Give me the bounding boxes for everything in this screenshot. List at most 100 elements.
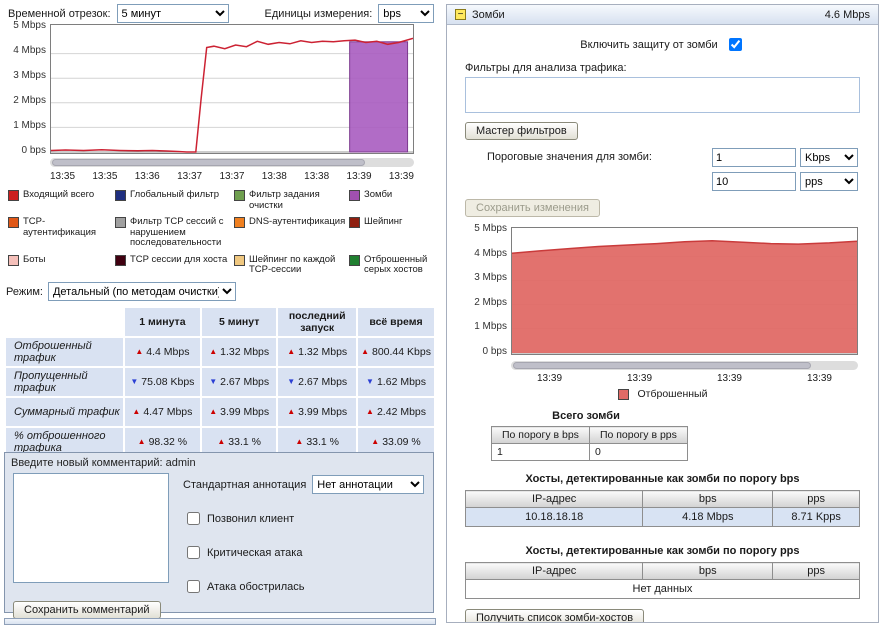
- stats-value: 3.99 Mbps: [220, 406, 269, 418]
- stats-col-header: последний запуск: [278, 308, 356, 336]
- hosts-bps-table: IP-адрес bps pps 10.18.18.18 4.18 Mbps 8…: [465, 490, 860, 527]
- xtick: 13:39: [537, 373, 562, 384]
- stats-value: 33.1 %: [228, 436, 261, 448]
- legend-label: TCP сессии для хоста: [130, 255, 227, 276]
- stats-col-header: 5 минут: [202, 308, 276, 336]
- xtick: 13:39: [807, 373, 832, 384]
- chart-toolbar: Временной отрезок: 5 минут Единицы измер…: [8, 4, 434, 23]
- annotation-select[interactable]: Нет аннотации: [312, 475, 424, 494]
- save-comment-button[interactable]: Сохранить комментарий: [13, 601, 161, 619]
- stats-cell: ▲3.99 Mbps: [202, 398, 276, 426]
- legend-item: DNS-аутентификация: [234, 217, 346, 249]
- legend-swatch: [115, 190, 126, 201]
- table-row: Суммарный трафик ▲4.47 Mbps ▲3.99 Mbps ▲…: [6, 398, 434, 426]
- anti-ddos-dashboard: Временной отрезок: 5 минут Единицы измер…: [0, 0, 880, 626]
- traffic-chart: 5 Mbps 4 Mbps 3 Mbps 2 Mbps 1 Mbps 0 bps: [4, 24, 414, 156]
- client-called-checkbox[interactable]: [187, 512, 200, 525]
- stats-value: 33.1 %: [306, 436, 339, 448]
- total-bps-value: 1: [492, 444, 590, 461]
- zombie-pps-threshold-input[interactable]: [712, 172, 796, 191]
- collapse-icon[interactable]: −: [455, 9, 466, 20]
- host-pps-cell: 8.71 Kpps: [773, 508, 860, 527]
- stats-cell: ▼2.67 Mbps: [278, 368, 356, 396]
- units-label: Единицы измерения:: [265, 8, 373, 20]
- ytick: 4 Mbps: [13, 45, 46, 56]
- units-select[interactable]: bps: [378, 4, 434, 23]
- legend-swatch: [8, 255, 19, 266]
- time-range-select[interactable]: 5 минут: [117, 4, 229, 23]
- legend-item: Глобальный фильтр: [115, 190, 231, 211]
- zombie-bps-unit-select[interactable]: Kbps: [800, 148, 858, 167]
- mode-select[interactable]: Детальный (по методам очистки): [48, 282, 236, 301]
- stats-value: 98.32 %: [149, 436, 188, 448]
- total-zombies-heading: Всего зомби: [491, 410, 681, 422]
- legend-swatch: [618, 389, 629, 400]
- legend-label: TCP-аутентификация: [23, 217, 112, 249]
- comment-textarea[interactable]: [13, 473, 169, 583]
- filters-textarea[interactable]: [465, 77, 860, 113]
- enable-zombie-checkbox[interactable]: [729, 38, 742, 51]
- trend-up-icon: ▲: [132, 407, 140, 416]
- table-row: IP-адрес bps pps: [466, 491, 860, 508]
- legend-item: TCP сессии для хоста: [115, 255, 231, 276]
- get-zombie-list-button[interactable]: Получить список зомби-хостов: [465, 609, 644, 623]
- chart-scrollbar-thumb[interactable]: [513, 362, 811, 369]
- stats-col-header: всё время: [358, 308, 434, 336]
- stats-value: 1.32 Mbps: [220, 346, 269, 358]
- total-col-header: По порогу в pps: [589, 427, 687, 444]
- hosts-pps-table: IP-адрес bps pps Нет данных: [465, 562, 860, 599]
- table-row: 10.18.18.18 4.18 Mbps 8.71 Kpps: [466, 508, 860, 527]
- stats-cell: ▲800.44 Kbps: [358, 338, 434, 366]
- trend-down-icon: ▼: [366, 377, 374, 386]
- dropped-chart-svg: [512, 228, 857, 354]
- trend-down-icon: ▼: [209, 377, 217, 386]
- legend-swatch: [349, 255, 360, 266]
- annotation-label: Стандартная аннотация: [183, 479, 306, 491]
- filter-wizard-button[interactable]: Мастер фильтров: [465, 122, 578, 140]
- traffic-chart-svg: [51, 25, 413, 153]
- next-section-header-strip[interactable]: [4, 618, 436, 625]
- zombie-panel: − Зомби 4.6 Mbps Включить защиту от зомб…: [446, 4, 879, 623]
- stats-cell: ▼1.62 Mbps: [358, 368, 434, 396]
- legend-swatch: [8, 190, 19, 201]
- ytick: 5 Mbps: [13, 20, 46, 31]
- traffic-legend: Входящий всего Глобальный фильтр Фильтр …: [8, 190, 445, 276]
- ytick: 4 Mbps: [474, 248, 507, 259]
- chart-scrollbar-thumb[interactable]: [52, 159, 365, 166]
- attack-escalated-checkbox[interactable]: [187, 580, 200, 593]
- attack-escalated-label: Атака обострилась: [207, 581, 304, 593]
- hosts-col-header: pps: [773, 563, 860, 580]
- client-called-label: Позвонил клиент: [207, 513, 294, 525]
- table-row: 1 0: [492, 444, 688, 461]
- legend-swatch: [349, 190, 360, 201]
- ytick: 2 Mbps: [474, 297, 507, 308]
- trend-up-icon: ▲: [361, 347, 369, 356]
- comment-box: Введите новый комментарий: admin Стандар…: [4, 452, 434, 613]
- hosts-col-header: IP-адрес: [466, 491, 643, 508]
- host-bps-cell: 4.18 Mbps: [643, 508, 773, 527]
- legend-label: Отброшенный: [638, 388, 708, 400]
- zombie-bps-threshold-input[interactable]: [712, 148, 796, 167]
- legend-label: Фильтр TCP сессий с нарушением последова…: [130, 217, 231, 249]
- trend-up-icon: ▲: [366, 407, 374, 416]
- stats-row-label: Пропущенный трафик: [6, 368, 123, 396]
- traffic-chart-plot: [50, 24, 414, 154]
- table-row: Отброшенный трафик ▲4.4 Mbps ▲1.32 Mbps …: [6, 338, 434, 366]
- critical-attack-checkbox[interactable]: [187, 546, 200, 559]
- legend-swatch: [234, 190, 245, 201]
- save-changes-button[interactable]: Сохранить изменения: [465, 199, 600, 217]
- stats-col-header: 1 минута: [125, 308, 200, 336]
- zombie-pps-unit-select[interactable]: pps: [800, 172, 858, 191]
- xtick: 13:38: [304, 171, 329, 182]
- no-data-cell: Нет данных: [466, 580, 860, 599]
- legend-item: Фильтр задания очистки: [234, 190, 346, 211]
- table-row: Пропущенный трафик ▼75.08 Kbps ▼2.67 Mbp…: [6, 368, 434, 396]
- trend-up-icon: ▲: [138, 437, 146, 446]
- table-row: IP-адрес bps pps: [466, 563, 860, 580]
- comment-options: Стандартная аннотация Нет аннотации Позв…: [183, 473, 424, 596]
- legend-swatch: [115, 255, 126, 266]
- dropped-chart-yaxis: 5 Mbps 4 Mbps 3 Mbps 2 Mbps 1 Mbps 0 bps: [465, 223, 511, 357]
- chart-scrollbar[interactable]: [50, 158, 414, 167]
- traffic-panel: Временной отрезок: 5 минут Единицы измер…: [4, 0, 440, 626]
- chart-scrollbar[interactable]: [511, 361, 858, 370]
